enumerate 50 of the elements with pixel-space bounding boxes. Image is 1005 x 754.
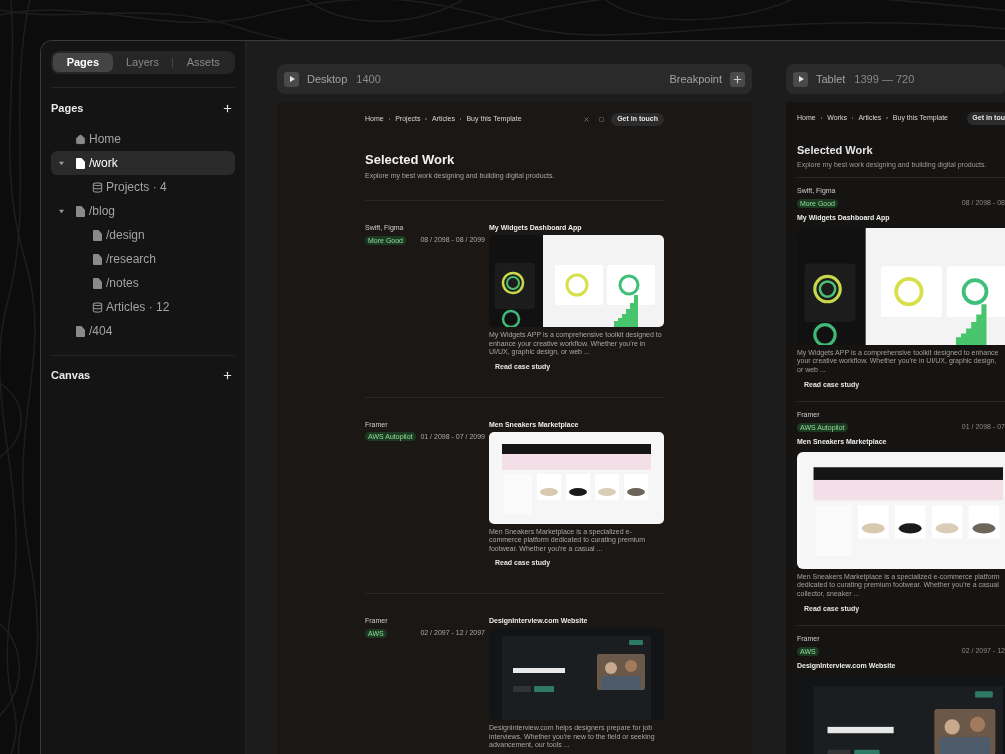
page-icon — [75, 205, 85, 217]
page-label: Projects · 4 — [106, 179, 167, 196]
play-icon — [288, 76, 295, 82]
page-item[interactable]: Projects · 4 — [51, 175, 235, 199]
page-label: /work — [89, 155, 118, 172]
page-item[interactable]: Home — [51, 127, 235, 151]
page-label: /404 — [89, 323, 113, 340]
page-item[interactable]: /notes — [51, 271, 235, 295]
add-breakpoint-button[interactable] — [730, 71, 745, 87]
section-title: Canvas — [51, 367, 91, 383]
frame-name: Tablet — [816, 71, 846, 87]
page-icon — [75, 157, 85, 169]
page-item[interactable]: /design — [51, 223, 235, 247]
sidebar-tab[interactable]: Pages — [53, 53, 113, 72]
database-icon — [91, 301, 103, 313]
frame-size: 1400 — [356, 71, 381, 87]
play-button[interactable] — [284, 71, 299, 87]
page-label: Articles · 12 — [106, 299, 170, 316]
frame-name: Desktop — [307, 71, 348, 87]
caret-icon[interactable] — [59, 160, 64, 166]
section-title: Pages — [51, 100, 84, 116]
page-icon — [92, 253, 102, 265]
frame-size: 1399 — 720 — [854, 71, 915, 87]
add-icon[interactable] — [222, 369, 233, 381]
x-logo-icon[interactable] — [584, 116, 590, 122]
home-icon — [74, 133, 86, 145]
page-label: /design — [106, 227, 145, 244]
page-heading: Selected Work — [797, 144, 874, 157]
sidebar-tab[interactable]: Layers — [112, 53, 173, 72]
page-label: Home — [89, 131, 121, 148]
breakpoint-label: Breakpoint — [669, 71, 722, 87]
sidebar-tab[interactable]: Assets — [173, 53, 233, 72]
page-label: /blog — [89, 203, 116, 220]
caret-icon[interactable] — [59, 208, 64, 214]
page-item[interactable]: /404 — [51, 319, 235, 343]
play-button[interactable] — [793, 71, 808, 87]
page-icon — [92, 277, 102, 289]
page-heading: Selected Work — [365, 152, 456, 167]
page-item[interactable]: /work — [51, 151, 235, 175]
page-label: /research — [106, 251, 157, 268]
page-icon — [75, 325, 85, 337]
add-icon[interactable] — [222, 102, 233, 114]
page-item[interactable]: /blog — [51, 199, 235, 223]
plus-icon — [732, 73, 743, 85]
page-item[interactable]: Articles · 12 — [51, 295, 235, 319]
database-icon — [91, 181, 103, 193]
page-label: /notes — [106, 275, 139, 292]
page-item[interactable]: /research — [51, 247, 235, 271]
page-icon — [92, 229, 102, 241]
play-icon — [797, 76, 804, 82]
